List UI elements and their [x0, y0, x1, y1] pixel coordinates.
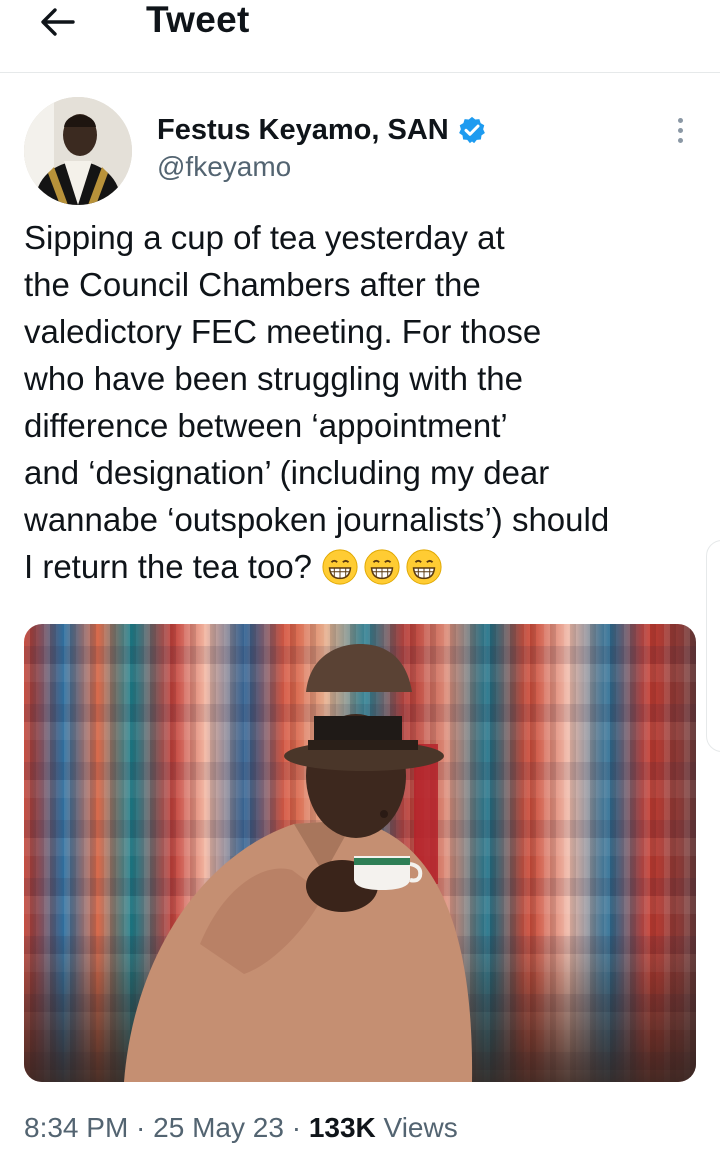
- tweet-body: Sipping a cup of tea yesterday at the Co…: [24, 219, 610, 585]
- tweet-time[interactable]: 8:34 PM: [24, 1112, 128, 1143]
- page-title: Tweet: [146, 0, 250, 40]
- more-dot: [677, 137, 683, 143]
- avatar[interactable]: [24, 97, 132, 205]
- side-panel-handle[interactable]: [706, 540, 720, 752]
- more-dot: [677, 127, 683, 133]
- tweet-meta: 8:34 PM · 25 May 23 · 133K Views: [24, 1108, 458, 1148]
- arrow-left-icon: [41, 8, 75, 36]
- meta-separator: ·: [283, 1112, 309, 1143]
- verified-badge-icon: [458, 116, 485, 144]
- grinning-face-emoji: [322, 549, 358, 585]
- more-vertical-icon: [677, 117, 683, 123]
- author-name[interactable]: Festus Keyamo, SAN: [157, 112, 449, 148]
- tweet-photo[interactable]: [24, 624, 696, 1082]
- tweet-text: Sipping a cup of tea yesterday at the Co…: [24, 214, 704, 590]
- author-row: Festus Keyamo, SAN: [157, 112, 487, 148]
- top-bar: Tweet: [0, 0, 720, 73]
- photo-man-sipping-tea: [124, 644, 473, 1082]
- views-count[interactable]: 133K: [309, 1112, 376, 1143]
- grinning-face-emoji: [364, 549, 400, 585]
- grinning-face-emoji: [406, 549, 442, 585]
- back-button[interactable]: [34, 2, 80, 42]
- author-handle[interactable]: @fkeyamo: [157, 150, 291, 184]
- views-label: Views: [375, 1112, 458, 1143]
- tweet-date[interactable]: 25 May 23: [153, 1112, 284, 1143]
- avatar-image: [24, 97, 132, 205]
- more-options-button[interactable]: [664, 114, 696, 146]
- meta-separator: ·: [128, 1112, 154, 1143]
